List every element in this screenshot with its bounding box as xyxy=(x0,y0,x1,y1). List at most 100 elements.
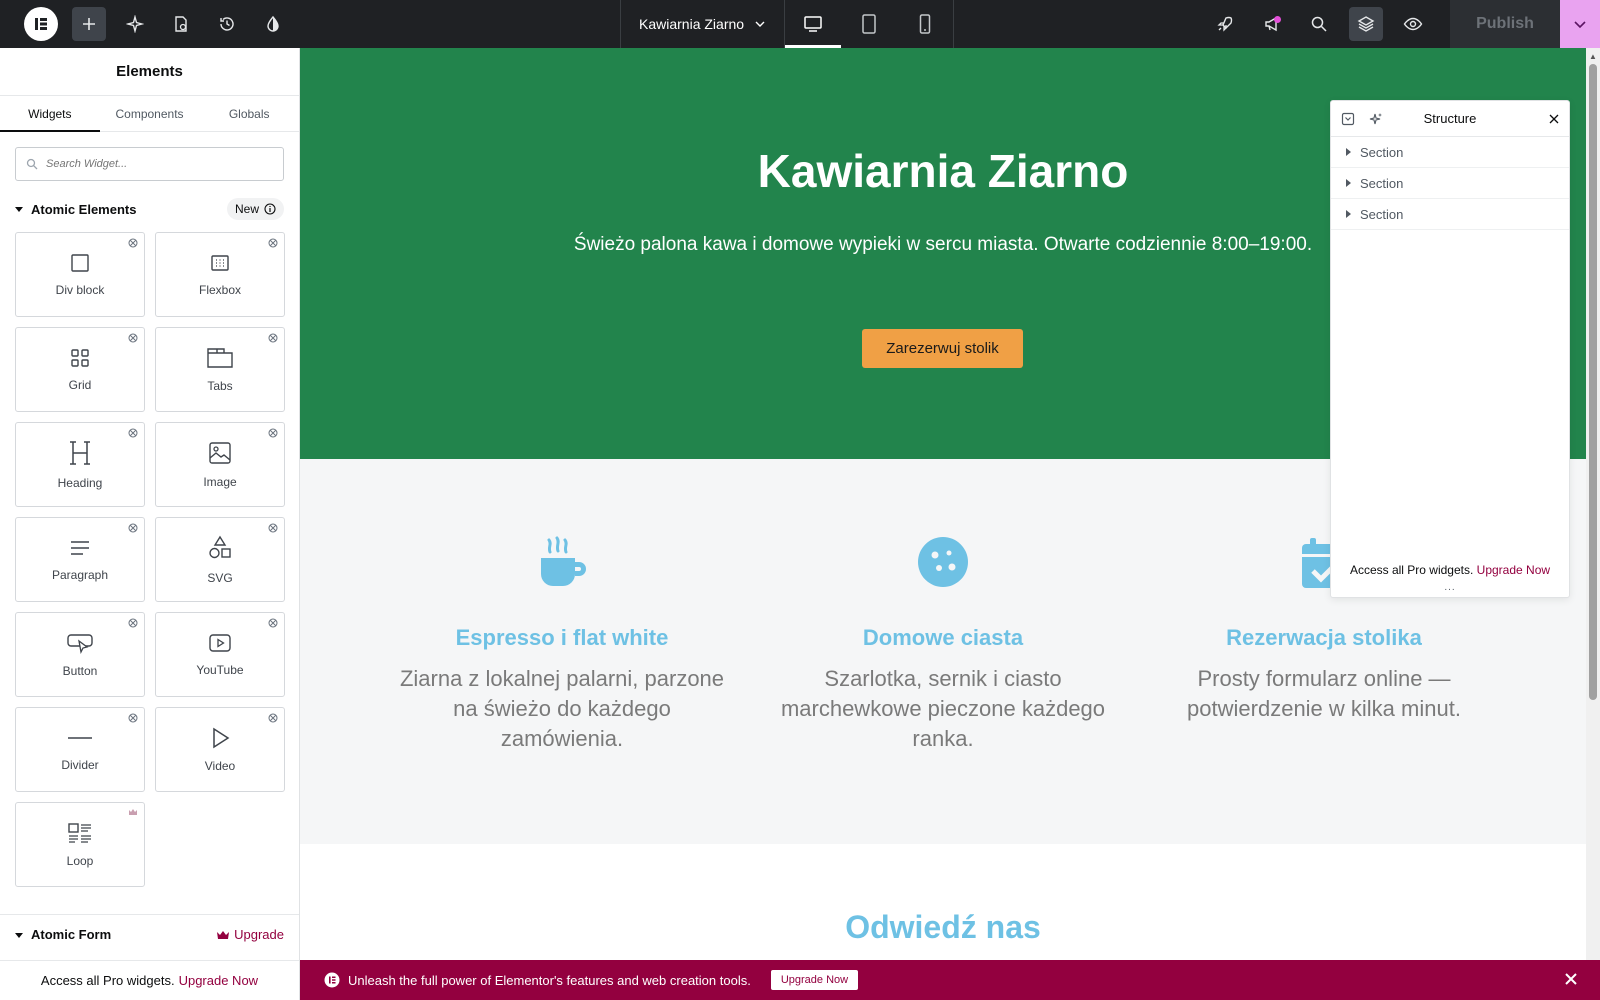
widget-flexbox[interactable]: Flexbox xyxy=(155,232,285,317)
loop-icon xyxy=(68,822,91,843)
resize-handle[interactable]: ... xyxy=(1331,582,1569,593)
theme-style-button[interactable] xyxy=(256,7,290,41)
category-name: Atomic Form xyxy=(31,927,112,942)
atomic-icon xyxy=(128,523,138,533)
crown-icon xyxy=(217,930,230,939)
top-bar-right: Publish xyxy=(1195,0,1600,48)
widget-loop[interactable]: Loop xyxy=(15,802,145,887)
close-icon xyxy=(1549,114,1559,123)
device-tablet[interactable] xyxy=(841,0,897,48)
feature-title: Domowe ciasta xyxy=(862,625,1024,650)
page-settings-button[interactable] xyxy=(164,7,198,41)
banner-upgrade-button[interactable]: Upgrade Now xyxy=(770,970,859,990)
site-settings-button[interactable] xyxy=(118,7,152,41)
panel-title: Elements xyxy=(0,48,299,96)
structure-item[interactable]: Section xyxy=(1331,168,1569,199)
whats-new-button[interactable] xyxy=(1255,7,1289,41)
widget-tabs[interactable]: Tabs xyxy=(155,327,285,412)
atomic-icon xyxy=(268,618,278,628)
atomic-icon xyxy=(268,428,278,438)
caret-down-icon xyxy=(15,932,23,938)
video-icon xyxy=(213,727,230,748)
ai-button[interactable] xyxy=(1369,112,1383,126)
category-atomic-form[interactable]: Atomic Form Upgrade xyxy=(0,914,299,954)
collapse-all-button[interactable] xyxy=(1341,112,1355,126)
structure-item[interactable]: Section xyxy=(1331,137,1569,168)
history-button[interactable] xyxy=(210,7,244,41)
widget-svg[interactable]: SVG xyxy=(155,517,285,602)
search-widget-input[interactable] xyxy=(46,158,266,170)
widget-button[interactable]: Button xyxy=(15,612,145,697)
category-name: Atomic Elements xyxy=(31,201,137,217)
device-desktop[interactable] xyxy=(785,0,842,48)
top-bar-center: Kawiarnia Ziarno xyxy=(620,0,955,48)
publish-options-button[interactable] xyxy=(1560,0,1600,48)
caret-right-icon xyxy=(1346,210,1351,218)
widget-heading[interactable]: Heading xyxy=(15,422,145,507)
feature-title: Espresso i flat white xyxy=(455,625,669,650)
atomic-icon xyxy=(128,333,138,343)
upgrade-banner: Unleash the full power of Elementor's fe… xyxy=(300,960,1600,1000)
widget-label: SVG xyxy=(207,570,233,585)
visit-title: Odwiedź nas xyxy=(845,909,1041,945)
responsive-switcher xyxy=(785,0,955,48)
caret-down-icon xyxy=(15,207,23,212)
plus-icon xyxy=(83,18,95,30)
atomic-icon xyxy=(128,238,138,248)
structure-button[interactable] xyxy=(1349,7,1383,41)
structure-item-label: Section xyxy=(1360,175,1404,191)
finder-button[interactable] xyxy=(1302,7,1336,41)
widget-paragraph[interactable]: Paragraph xyxy=(15,517,145,602)
widget-grid-element[interactable]: Grid xyxy=(15,327,145,412)
notification-dot xyxy=(1274,16,1281,23)
button-icon xyxy=(67,633,93,654)
widget-divider[interactable]: Divider xyxy=(15,707,145,792)
preview-button[interactable] xyxy=(1396,7,1430,41)
scroll-thumb[interactable] xyxy=(1589,64,1597,700)
footer-upgrade-link[interactable]: Upgrade Now xyxy=(179,973,259,988)
mobile-icon xyxy=(919,14,931,34)
canvas-scrollbar[interactable]: ▲ xyxy=(1586,48,1600,960)
widget-label: Flexbox xyxy=(198,282,242,297)
elementor-logo-icon[interactable] xyxy=(24,7,58,41)
structure-upgrade-link[interactable]: Upgrade Now xyxy=(1477,563,1550,577)
category-atomic-elements[interactable]: Atomic Elements New xyxy=(0,194,299,224)
add-element-button[interactable] xyxy=(72,7,106,41)
top-bar-left xyxy=(0,0,290,48)
structure-close-button[interactable] xyxy=(1549,114,1559,124)
widget-image[interactable]: Image xyxy=(155,422,285,507)
upgrade-link[interactable]: Upgrade xyxy=(217,927,284,942)
structure-item[interactable]: Section xyxy=(1331,199,1569,230)
tab-globals[interactable]: Globals xyxy=(199,96,299,131)
launch-button[interactable] xyxy=(1208,7,1242,41)
widget-label: Image xyxy=(203,474,237,489)
widget-label: Tabs xyxy=(207,378,233,393)
document-title-dropdown[interactable]: Kawiarnia Ziarno xyxy=(620,0,786,48)
atomic-icon xyxy=(268,523,278,533)
search-box xyxy=(15,147,284,181)
widget-video[interactable]: Video xyxy=(155,707,285,792)
banner-close-button[interactable] xyxy=(1564,972,1578,986)
tab-components[interactable]: Components xyxy=(100,96,200,131)
image-icon xyxy=(209,441,231,464)
scroll-up-icon[interactable]: ▲ xyxy=(1589,52,1597,61)
tabs-icon xyxy=(207,347,233,368)
visit-section[interactable]: Odwiedź nas xyxy=(300,844,1586,960)
widget-div-block[interactable]: Div block xyxy=(15,232,145,317)
structure-footer: Access all Pro widgets. Upgrade Now xyxy=(1331,563,1569,577)
tab-widgets[interactable]: Widgets xyxy=(0,96,100,132)
paragraph-icon xyxy=(71,540,89,555)
widget-label: Divider xyxy=(61,757,99,772)
structure-header: Structure xyxy=(1331,101,1569,137)
desktop-icon xyxy=(804,16,822,32)
banner-text: Unleash the full power of Elementor's fe… xyxy=(348,972,751,988)
atomic-icon xyxy=(268,333,278,343)
droplet-icon xyxy=(267,15,279,32)
device-mobile[interactable] xyxy=(897,0,953,48)
publish-button[interactable]: Publish xyxy=(1450,0,1560,48)
widget-label: Button xyxy=(62,663,98,678)
reserve-table-button[interactable]: Zarezerwuj stolik xyxy=(862,329,1023,368)
atomic-icon xyxy=(268,713,278,723)
widget-youtube[interactable]: YouTube xyxy=(155,612,285,697)
coffee-cup-icon xyxy=(535,536,589,590)
